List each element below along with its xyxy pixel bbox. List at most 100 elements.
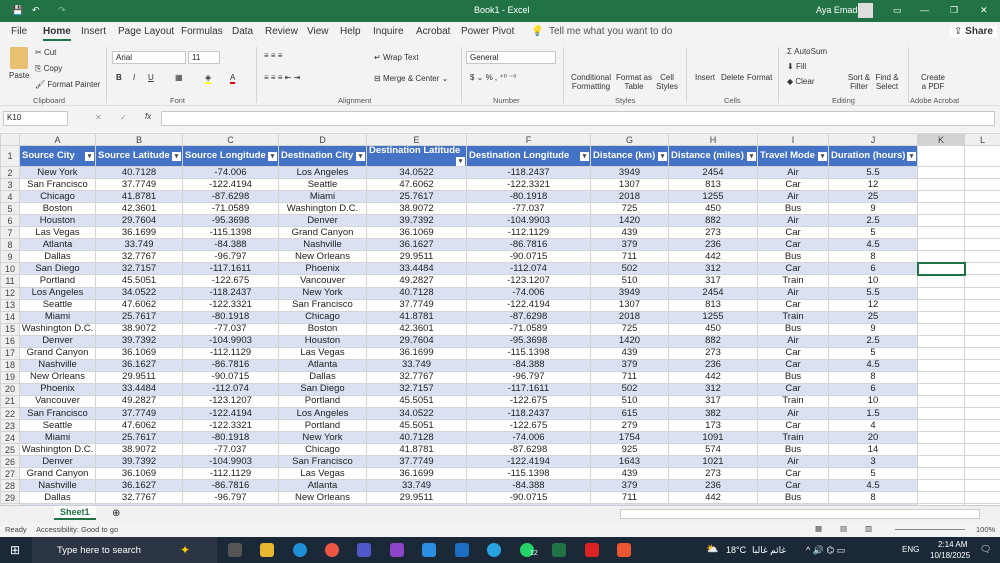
data-cell[interactable]: Las Vegas [278, 346, 367, 360]
cell[interactable] [917, 238, 965, 252]
data-cell[interactable]: 33.749 [366, 358, 467, 372]
data-cell[interactable]: -84.388 [182, 238, 279, 252]
sheet-tab[interactable]: Sheet1 [54, 506, 96, 520]
copilot-icon[interactable]: ✦ [180, 543, 194, 557]
cell[interactable] [964, 286, 1000, 300]
data-cell[interactable]: 39.7392 [95, 334, 183, 348]
app-icon-2[interactable] [617, 543, 631, 557]
column-header[interactable]: D [278, 132, 367, 147]
data-cell[interactable]: -71.0589 [182, 202, 279, 216]
data-cell[interactable]: San Francisco [19, 178, 96, 192]
data-cell[interactable]: 882 [668, 214, 758, 228]
data-cell[interactable]: Dallas [19, 250, 96, 264]
data-cell[interactable]: Denver [278, 214, 367, 228]
data-cell[interactable]: Car [757, 226, 829, 240]
data-cell[interactable]: -122.3321 [466, 178, 591, 192]
data-cell[interactable]: -123.1207 [466, 274, 591, 288]
data-cell[interactable]: -112.074 [466, 262, 591, 276]
data-cell[interactable]: -112.1129 [182, 467, 279, 481]
maximize-button[interactable]: ❐ [950, 5, 958, 16]
data-cell[interactable]: Car [757, 346, 829, 360]
tab-formulas[interactable]: Formulas [181, 26, 223, 37]
data-cell[interactable]: 4.5 [828, 238, 918, 252]
filter-dropdown-icon[interactable]: ▾ [907, 152, 916, 162]
tell-me-input[interactable]: Tell me what you want to do [549, 26, 672, 37]
data-cell[interactable]: -96.797 [182, 250, 279, 264]
fill-color-icon[interactable]: ◈ [205, 73, 212, 84]
data-cell[interactable]: 29.7604 [366, 334, 467, 348]
row-header[interactable]: 19 [0, 370, 20, 384]
data-cell[interactable]: 615 [590, 406, 669, 421]
ribbon-display-icon[interactable]: ▭ [893, 5, 902, 16]
data-cell[interactable]: 5.5 [828, 166, 918, 180]
cell[interactable] [917, 166, 965, 180]
data-cell[interactable]: New York [278, 431, 367, 445]
cancel-icon[interactable]: ✕ [95, 113, 102, 122]
data-cell[interactable]: 2018 [590, 310, 669, 324]
data-cell[interactable]: 33.4484 [366, 262, 467, 276]
filter-dropdown-icon[interactable]: ▾ [456, 157, 465, 166]
data-cell[interactable]: -86.7816 [182, 358, 279, 372]
data-cell[interactable]: 2454 [668, 166, 758, 180]
data-cell[interactable]: -117.1611 [466, 382, 591, 396]
data-cell[interactable]: 439 [590, 346, 669, 360]
data-cell[interactable]: -115.1398 [182, 226, 279, 240]
tab-file[interactable]: File [11, 26, 27, 37]
data-cell[interactable]: San Diego [278, 382, 367, 396]
data-cell[interactable]: Miami [19, 431, 96, 445]
cell[interactable] [964, 419, 1000, 433]
column-header[interactable]: F [466, 132, 591, 147]
data-cell[interactable]: -77.037 [466, 202, 591, 216]
data-cell[interactable]: 5 [828, 346, 918, 360]
data-cell[interactable]: 502 [590, 382, 669, 396]
data-cell[interactable]: -80.1918 [182, 431, 279, 445]
merge-center-button[interactable]: ⊟ Merge & Center ⌄ [374, 74, 448, 83]
data-cell[interactable]: 41.8781 [95, 190, 183, 204]
cell[interactable] [964, 262, 1000, 276]
filter-dropdown-icon[interactable]: ▾ [580, 152, 589, 162]
create-pdf-button[interactable]: Create a PDF [920, 73, 946, 91]
data-cell[interactable]: Bus [757, 491, 829, 505]
data-cell[interactable]: 711 [590, 250, 669, 264]
data-cell[interactable]: -95.3698 [182, 214, 279, 228]
data-cell[interactable]: 5.5 [828, 286, 918, 300]
header-cell[interactable]: Source Longitude ▾ [182, 145, 279, 168]
column-header[interactable]: G [590, 132, 669, 147]
data-cell[interactable]: 379 [590, 238, 669, 252]
header-cell[interactable]: Source Latitude ▾ [95, 145, 183, 168]
header-cell[interactable]: Destination City ▾ [278, 145, 367, 168]
visual-studio-icon[interactable] [390, 543, 404, 557]
filter-dropdown-icon[interactable]: ▾ [658, 152, 667, 162]
filter-dropdown-icon[interactable]: ▾ [747, 152, 756, 162]
data-cell[interactable]: -112.1129 [466, 226, 591, 240]
data-cell[interactable]: -90.0715 [182, 370, 279, 384]
cell[interactable] [917, 334, 965, 348]
filter-dropdown-icon[interactable]: ▾ [85, 152, 94, 162]
data-cell[interactable]: San Francisco [278, 455, 367, 469]
data-cell[interactable]: -122.675 [466, 419, 591, 433]
column-header[interactable]: J [828, 132, 918, 147]
data-cell[interactable]: 25 [828, 310, 918, 324]
data-cell[interactable]: 36.1699 [366, 346, 467, 360]
header-cell[interactable]: Source City ▾ [19, 145, 96, 168]
data-cell[interactable]: 3949 [590, 166, 669, 180]
data-cell[interactable]: Air [757, 214, 829, 228]
data-cell[interactable]: -115.1398 [466, 346, 591, 360]
data-cell[interactable]: -122.3321 [182, 419, 279, 433]
cell[interactable] [917, 479, 965, 493]
data-cell[interactable]: 32.7157 [95, 262, 183, 276]
weather-temp[interactable]: 18°C [726, 545, 746, 555]
data-cell[interactable]: 2.5 [828, 214, 918, 228]
data-cell[interactable]: 45.5051 [95, 274, 183, 288]
data-cell[interactable]: 1643 [590, 455, 669, 469]
data-cell[interactable]: Seattle [19, 419, 96, 433]
cell[interactable] [964, 406, 1000, 421]
avatar[interactable] [858, 3, 873, 18]
data-cell[interactable]: -86.7816 [466, 238, 591, 252]
cell[interactable] [917, 382, 965, 396]
wrap-text-button[interactable]: ↵ Wrap Text [374, 53, 419, 62]
data-cell[interactable]: -122.3321 [182, 298, 279, 312]
data-cell[interactable]: New Orleans [278, 491, 367, 505]
data-cell[interactable]: 29.9511 [366, 491, 467, 505]
delete-cells-button[interactable]: Delete [721, 73, 744, 82]
